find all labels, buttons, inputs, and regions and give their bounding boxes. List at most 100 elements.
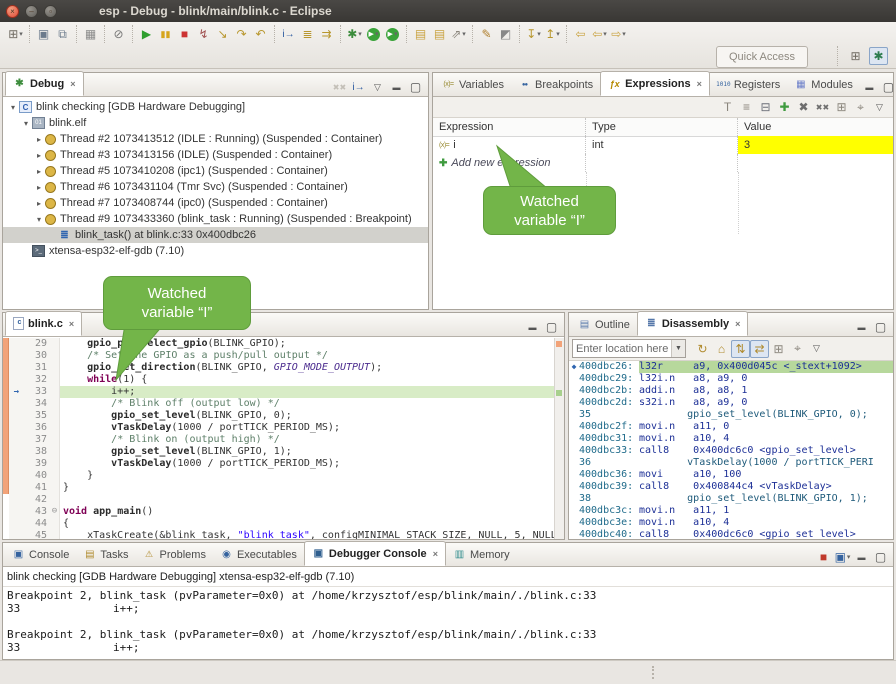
code-line-34[interactable]: 34 /* Blink off (output low) */ [3,398,564,410]
add-expression-icon[interactable]: ✚ [775,98,794,116]
expand-icon[interactable]: ▾ [33,215,45,224]
open-folder-icon[interactable]: ▤ [411,25,430,43]
annotation-ruler[interactable] [9,422,24,434]
build-icon[interactable]: ▦ [81,25,100,43]
debug-perspective-icon[interactable]: ✱ [869,47,888,65]
code-line-33[interactable]: →33 i++; [3,386,564,398]
debug-tree-row[interactable]: ▾Thread #9 1073433360 (blink_task : Runn… [3,211,428,227]
editor-overview-ruler[interactable] [554,338,564,539]
disconnect-icon[interactable]: ↯ [194,25,213,43]
code-line-43[interactable]: 43⊖void app_main() [3,506,564,518]
remove-all-terminated-icon[interactable]: ✖✖ [330,78,349,96]
annotation-ruler[interactable] [9,470,24,482]
follow-pc-icon[interactable]: ⇅ [731,340,750,358]
flash-rocket-icon[interactable]: ⇗ [449,25,468,43]
tab-debugger-console[interactable]: Debugger Console× [304,541,446,566]
format-brush-icon[interactable]: ✎ [477,25,496,43]
code-line-30[interactable]: 30 /* Set the GPIO as a push/pull output… [3,350,564,362]
code-line-39[interactable]: 39 vTaskDelay(1000 / portTICK_PERIOD_MS)… [3,458,564,470]
minimize-icon[interactable]: ▬ [387,78,406,96]
code-line-40[interactable]: 40 } [3,470,564,482]
add-expression-row[interactable]: ✚ Add new expression [433,154,893,172]
tab-tasks[interactable]: Tasks [76,543,135,566]
maximize-icon[interactable]: ▢ [542,318,561,336]
tab-registers[interactable]: Registers [710,73,787,96]
tab-problems[interactable]: Problems [135,543,212,566]
expand-icon[interactable]: ▸ [33,135,45,144]
pin-down-icon[interactable]: ↧ [524,25,543,43]
tab-outline[interactable]: Outline [571,313,637,336]
debug-tree-row[interactable]: ▸Thread #7 1073408744 (ipc0) (Suspended … [3,195,428,211]
tab-disassembly[interactable]: Disassembly× [637,311,749,336]
tab-memory[interactable]: Memory [446,543,517,566]
disassembly-line[interactable]: 36 vTaskDelay(1000 / portTICK_PERI [569,457,893,469]
expand-icon[interactable]: ▸ [33,167,45,176]
code-line-45[interactable]: 45 xTaskCreate(&blink_task, "blink_task"… [3,530,564,539]
disassembly-line[interactable]: 400dbc3c:movi.n a11, 1 [569,505,893,517]
annotation-ruler[interactable] [9,410,24,422]
instruction-stepping-icon[interactable]: i→ [349,78,368,96]
sync-selection-icon[interactable]: ⇄ [750,340,769,358]
combo-dropdown-icon[interactable]: ▼ [671,340,685,357]
code-line-42[interactable]: 42 [3,494,564,506]
step-return-icon[interactable]: ↶ [251,25,270,43]
show-type-names-icon[interactable]: T [718,98,737,116]
annotation-ruler[interactable]: → [9,386,24,398]
resume-icon[interactable]: ▶ [137,25,156,43]
annotation-ruler[interactable] [9,506,24,518]
remove-expression-icon[interactable]: ✖ [794,98,813,116]
debug-tree-row[interactable]: ▸Thread #6 1073431104 (Tmr Svc) (Suspend… [3,179,428,195]
annotation-ruler[interactable] [9,530,24,539]
refresh-icon[interactable]: ↻ [693,340,712,358]
tab-variables[interactable]: Variables [435,73,511,96]
open-perspective-icon[interactable]: ⊞ [846,47,865,65]
new-view-icon[interactable]: ⊞ [832,98,851,116]
location-combo[interactable]: Enter location here ▼ [572,339,686,358]
suspend-icon[interactable]: ▮▮ [156,25,175,43]
terminate-icon[interactable]: ■ [814,548,833,566]
editor-body[interactable]: 29 gpio_pad_select_gpio(BLINK_GPIO);30 /… [3,338,564,539]
new-wizard-icon[interactable]: ⊞ [6,25,25,43]
palette-icon[interactable]: ◩ [496,25,515,43]
minimize-icon[interactable]: ▬ [523,318,542,336]
annotation-ruler[interactable] [9,338,24,350]
debug-tree-row[interactable]: ▾blink.elf [3,115,428,131]
debug-launch-icon[interactable]: ✱ [345,25,364,43]
code-line-32[interactable]: 32 while(1) { [3,374,564,386]
annotation-ruler[interactable] [9,518,24,530]
view-menu-icon[interactable]: ▽ [870,98,889,116]
disassembly-line[interactable]: 35 gpio_set_level(BLINK_GPIO, 0); [569,409,893,421]
code-line-38[interactable]: 38 gpio_set_level(BLINK_GPIO, 1); [3,446,564,458]
maximize-icon[interactable]: ▢ [879,78,896,96]
maximize-icon[interactable]: ▢ [871,548,890,566]
debug-tree-row[interactable]: ▸Thread #5 1073410208 (ipc1) (Suspended … [3,163,428,179]
instruction-stepping-icon[interactable]: i→ [279,25,298,43]
tab-breakpoints[interactable]: Breakpoints [511,73,600,96]
tab-debug[interactable]: Debug× [5,71,84,96]
remove-all-expressions-icon[interactable]: ✖✖ [813,98,832,116]
skip-all-breakpoints-icon[interactable]: ⊘ [109,25,128,43]
annotation-ruler[interactable] [9,446,24,458]
disassembly-line[interactable]: 400dbc40:call8 0x400dc6c0 <gpio_set_leve… [569,529,893,539]
pin-view-icon[interactable]: ⌖ [788,340,807,358]
minimize-icon[interactable]: ▬ [860,78,879,96]
debug-tree-row[interactable]: ▸Thread #3 1073413156 (IDLE) (Suspended … [3,147,428,163]
run-launch-icon[interactable]: ▶ [367,28,380,41]
expand-icon[interactable]: ▾ [20,119,32,128]
save-all-icon[interactable]: ⧉ [53,25,72,43]
code-line-41[interactable]: 41} [3,482,564,494]
statusbar-splitter-handle[interactable] [652,666,654,679]
column-header-expression[interactable]: Expression [433,118,586,136]
maximize-icon[interactable]: ▢ [871,318,890,336]
annotation-ruler[interactable] [9,374,24,386]
code-line-36[interactable]: 36 vTaskDelay(1000 / portTICK_PERIOD_MS)… [3,422,564,434]
tab-close-icon[interactable]: × [697,79,702,89]
console-output[interactable]: Breakpoint 2, blink_task (pvParameter=0x… [3,587,893,659]
annotation-ruler[interactable] [9,458,24,470]
debug-tree-row[interactable]: xtensa-esp32-elf-gdb (7.10) [3,243,428,259]
code-line-35[interactable]: 35 gpio_set_level(BLINK_GPIO, 0); [3,410,564,422]
save-icon[interactable]: ▣ [34,25,53,43]
disassembly-line[interactable]: 400dbc2b:addi.n a8, a8, 1 [569,385,893,397]
step-into-icon[interactable]: ↘ [213,25,232,43]
open-resource-icon[interactable]: ▤ [430,25,449,43]
